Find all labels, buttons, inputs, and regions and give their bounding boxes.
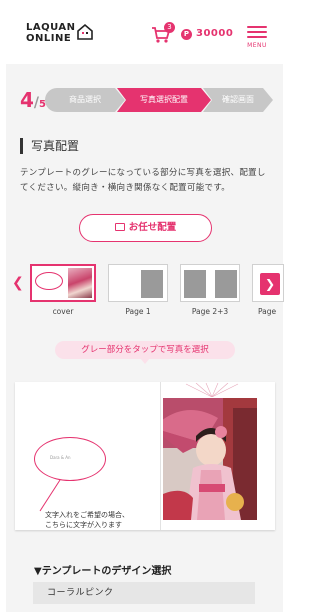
page-label-cover: cover bbox=[52, 307, 74, 316]
step-total: 5 bbox=[39, 99, 47, 110]
spread-divider bbox=[160, 382, 161, 530]
thumb-balloon bbox=[35, 272, 63, 290]
step-photo-layout: 写真選択配置 bbox=[117, 88, 211, 112]
auto-layout-label: お任せ配置 bbox=[128, 222, 177, 233]
step-confirm: 確認画面 bbox=[203, 88, 273, 112]
menu-label: MENU bbox=[247, 42, 267, 49]
section-description: テンプレートのグレーになっている部分に写真を選択、配置してください。縦向き・横向… bbox=[20, 168, 266, 193]
text-hint: 文字入れをご希望の場合、 こちらに文字が入ります bbox=[45, 510, 129, 530]
balloon-text: Dara & An bbox=[50, 455, 71, 460]
thumb-gray-slot bbox=[184, 270, 206, 298]
thumb-gray-slot bbox=[215, 270, 237, 298]
tip-bubble: グレー部分をタップで写真を選択 bbox=[55, 341, 235, 359]
points-value: 30000 bbox=[196, 28, 234, 39]
pointer-line bbox=[39, 479, 61, 512]
design-select-label: ▼テンプレートのデザイン選択 bbox=[34, 566, 172, 577]
page-label-2-3: Page 2+3 bbox=[191, 307, 229, 316]
page-thumb-2-3[interactable] bbox=[180, 264, 240, 302]
step-current: 4 bbox=[20, 88, 34, 112]
page-thumb-cover[interactable] bbox=[30, 264, 96, 302]
tip-arrow bbox=[140, 358, 150, 364]
placed-photo[interactable] bbox=[163, 398, 257, 520]
step-product-select: 商品選択 bbox=[45, 88, 125, 112]
page-label-4: Page bbox=[258, 307, 277, 316]
page-thumb-1[interactable] bbox=[108, 264, 168, 302]
hamburger-icon bbox=[247, 26, 267, 28]
carousel-prev-icon[interactable]: ❮ bbox=[12, 275, 24, 291]
photo-image bbox=[163, 398, 257, 520]
points-icon: P bbox=[181, 29, 192, 40]
logo[interactable]: LAQUAN ONLINE bbox=[26, 22, 96, 46]
decorative-rays-icon bbox=[185, 383, 239, 397]
auto-layout-button[interactable]: お任せ配置 bbox=[79, 214, 212, 242]
layout-icon bbox=[114, 223, 125, 231]
thumb-gray-slot bbox=[141, 270, 163, 298]
thumb-photo bbox=[68, 268, 92, 298]
hint-line1: 文字入れをご希望の場合、 bbox=[45, 511, 129, 519]
header: LAQUAN ONLINE 3 P 30000 MENU bbox=[0, 0, 289, 64]
hint-line2: こちらに文字が入ります bbox=[45, 521, 122, 529]
design-select[interactable]: コーラルピンク bbox=[33, 582, 255, 604]
menu-button[interactable]: MENU bbox=[244, 26, 270, 50]
page-label-1: Page 1 bbox=[125, 307, 151, 316]
cart-count-badge: 3 bbox=[164, 22, 175, 33]
step-counter: 4/5 bbox=[20, 88, 47, 112]
section-title: 写真配置 bbox=[20, 138, 79, 154]
carousel-next-icon[interactable]: ❯ bbox=[260, 273, 280, 295]
progress-steps: 4/5 商品選択 写真選択配置 確認画面 bbox=[6, 83, 283, 117]
house-icon bbox=[77, 23, 93, 40]
